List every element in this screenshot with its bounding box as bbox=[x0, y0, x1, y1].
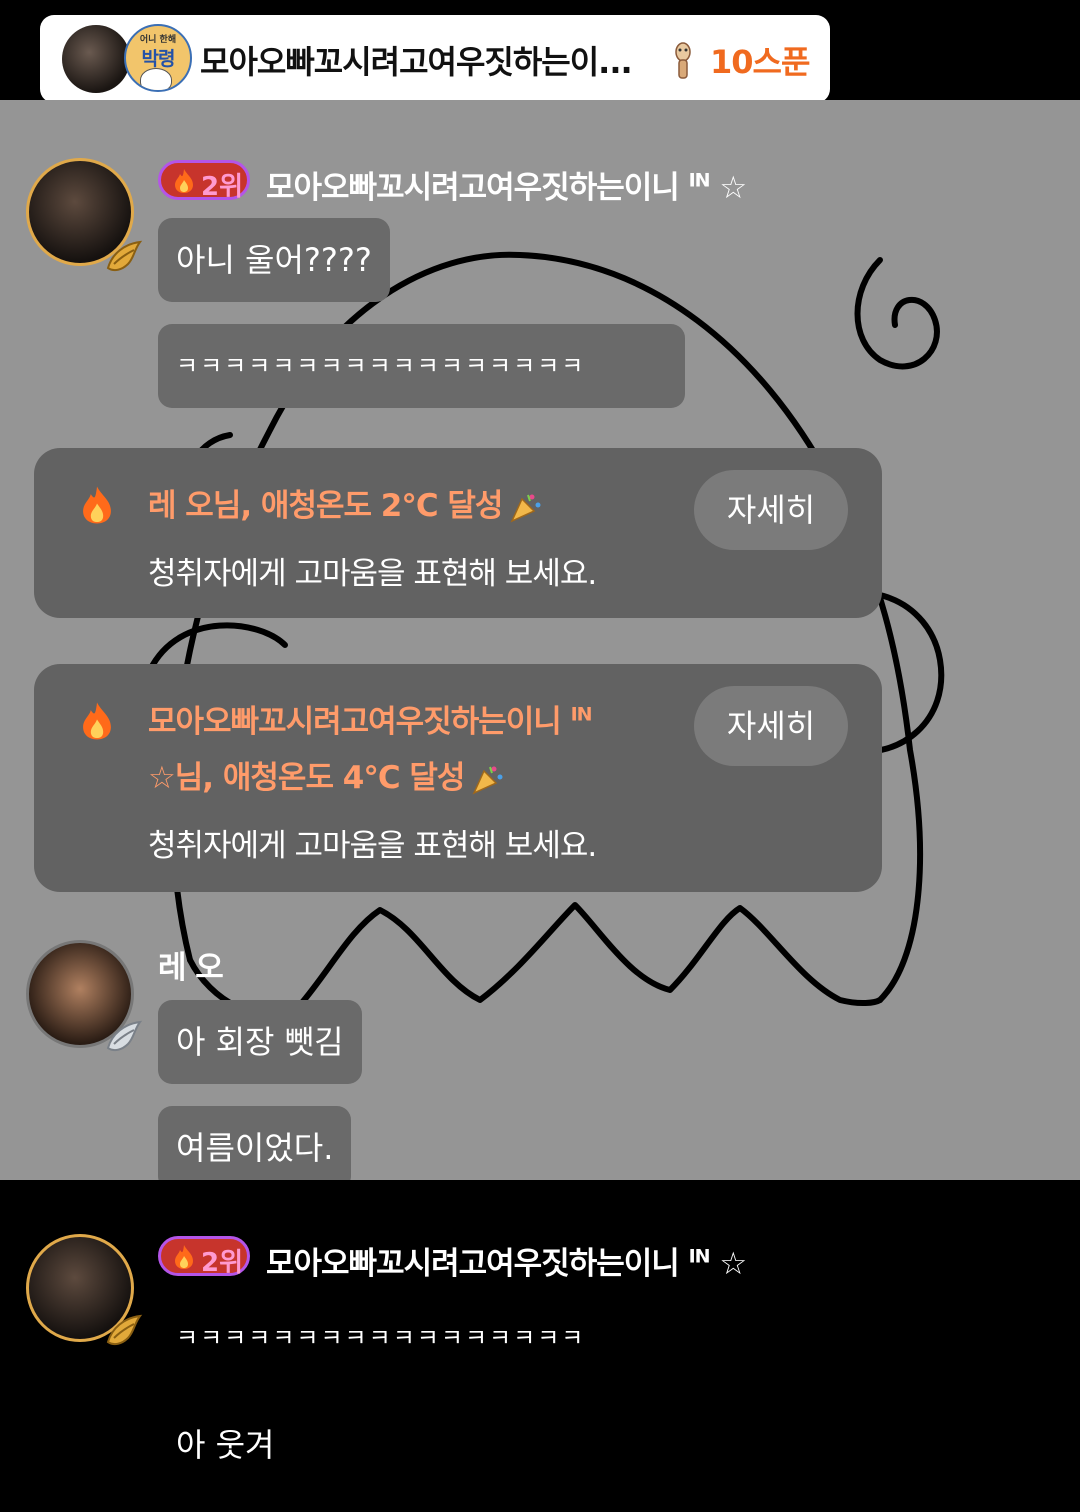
flame-icon bbox=[83, 486, 111, 524]
username-suffix: IN bbox=[688, 1245, 711, 1268]
party-popper-icon bbox=[510, 494, 541, 523]
chat-bubble[interactable]: 아 회장 뺏김 bbox=[158, 1000, 362, 1084]
username-text: 모아오빠꼬시려고여우짓하는이니 bbox=[266, 170, 680, 206]
rank-text: 2위 bbox=[201, 172, 244, 202]
chat-bubble[interactable]: 아니 울어???? bbox=[158, 218, 390, 302]
notice-title-line1: 모아오빠꼬시려고여우짓하는이니 IN bbox=[148, 696, 593, 741]
details-button[interactable]: 자세히 bbox=[694, 686, 848, 766]
chat-overlay: 2위 모아오빠꼬시려고여우짓하는이니 IN ☆ 아니 울어???? ㅋㅋㅋㅋㅋㅋ… bbox=[0, 100, 1080, 1180]
rank-badge: 2위 bbox=[158, 1236, 250, 1278]
notice-subtitle: 청취자에게 고마움을 표현해 보세요. bbox=[148, 556, 597, 592]
username-suffix: IN bbox=[688, 169, 711, 192]
live-header-card[interactable]: 어니 한해 박령 모아오빠꼬시려고여우짓하는이... 10스푼 bbox=[40, 15, 830, 103]
username[interactable]: 모아오빠꼬시려고여우짓하는이니 IN ☆ bbox=[266, 1238, 747, 1283]
live-title: 모아오빠꼬시려고여우짓하는이... bbox=[200, 43, 633, 81]
temperature-notice: 레 오님, 애청온도 2°C 달성 청취자에게 고마움을 표현해 보세요. 자세… bbox=[34, 448, 882, 618]
spoon-count[interactable]: 10스푼 bbox=[710, 37, 810, 83]
host-avatar[interactable] bbox=[62, 25, 130, 93]
notice-title-text: 모아오빠꼬시려고여우짓하는이니 bbox=[148, 704, 562, 740]
flame-icon bbox=[175, 1245, 193, 1269]
host-badge: 어니 한해 박령 bbox=[124, 24, 192, 92]
rank-text: 2위 bbox=[201, 1248, 244, 1278]
spoon-icon bbox=[675, 42, 691, 79]
chat-message[interactable]: 아 웃겨 bbox=[176, 1420, 275, 1466]
silver-wing-emblem-icon bbox=[106, 1020, 143, 1052]
username[interactable]: 모아오빠꼬시려고여우짓하는이니 IN ☆ bbox=[266, 162, 747, 207]
star-icon: ☆ bbox=[719, 1246, 747, 1282]
username-text: 모아오빠꼬시려고여우짓하는이니 bbox=[266, 1246, 680, 1282]
notice-title-line2: ☆님, 애청온도 4°C 달성 bbox=[148, 752, 504, 797]
notice-title-text: 레 오님, 애청온도 2°C 달성 bbox=[148, 488, 503, 524]
chat-latest-area: 2위 모아오빠꼬시려고여우짓하는이니 IN ☆ ㅋㅋㅋㅋㅋㅋㅋㅋㅋㅋㅋㅋㅋㅋㅋㅋ… bbox=[0, 1180, 1080, 1512]
notice-title-text: ☆님, 애청온도 4°C 달성 bbox=[148, 760, 465, 796]
notice-subtitle: 청취자에게 고마움을 표현해 보세요. bbox=[148, 828, 597, 864]
notice-title: 레 오님, 애청온도 2°C 달성 bbox=[148, 480, 542, 525]
badge-main-text: 박령 bbox=[141, 48, 176, 70]
rank-badge: 2위 bbox=[158, 160, 250, 202]
gold-wing-emblem-icon bbox=[106, 1314, 143, 1346]
flame-icon bbox=[175, 169, 193, 193]
temperature-notice: 모아오빠꼬시려고여우짓하는이니 IN ☆님, 애청온도 4°C 달성 청취자에게… bbox=[34, 664, 882, 892]
username[interactable]: 레 오 bbox=[158, 942, 224, 987]
chat-message[interactable]: ㅋㅋㅋㅋㅋㅋㅋㅋㅋㅋㅋㅋㅋㅋㅋㅋㅋ bbox=[176, 1318, 585, 1353]
badge-mascot bbox=[140, 68, 172, 90]
chat-bubble[interactable]: 여름이었다. bbox=[158, 1106, 352, 1180]
notice-title-suffix: IN bbox=[570, 703, 593, 726]
flame-icon bbox=[83, 702, 111, 740]
star-icon: ☆ bbox=[719, 170, 747, 206]
chat-bubble[interactable]: ㅋㅋㅋㅋㅋㅋㅋㅋㅋㅋㅋㅋㅋㅋㅋㅋㅋ bbox=[158, 324, 685, 408]
party-popper-icon bbox=[472, 766, 503, 795]
details-button[interactable]: 자세히 bbox=[694, 470, 848, 550]
gold-wing-emblem-icon bbox=[106, 240, 143, 272]
